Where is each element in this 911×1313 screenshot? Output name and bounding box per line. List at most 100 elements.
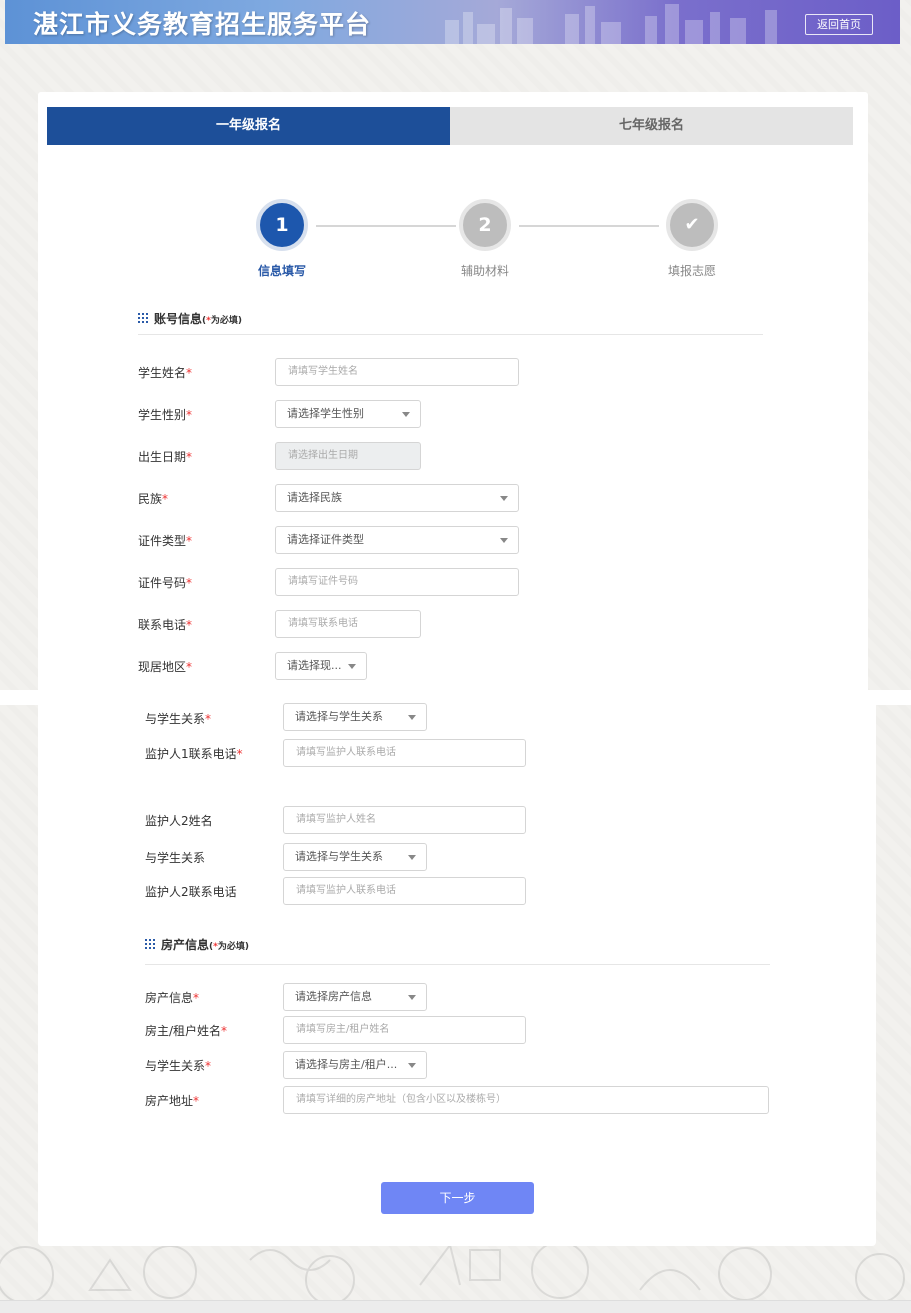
property-address-input[interactable]: 请填写详细的房产地址（包含小区以及楼栋号） bbox=[283, 1086, 769, 1114]
guardian1-phone-input[interactable]: 请填写监护人联系电话 bbox=[283, 739, 526, 767]
grid-dots-icon bbox=[145, 938, 155, 949]
required-star: * bbox=[205, 1059, 212, 1073]
step-1-circle: 1 bbox=[256, 199, 308, 251]
tab-grade-7[interactable]: 七年级报名 bbox=[450, 107, 853, 145]
current-region-select[interactable]: 请选择现... bbox=[275, 652, 367, 680]
field-label: 与学生关系 bbox=[145, 851, 206, 865]
field-owner-name: 房主/租户姓名* 请填写房主/租户姓名 bbox=[145, 1016, 545, 1044]
chevron-down-icon bbox=[500, 496, 508, 501]
step-2-label: 辅助材料 bbox=[460, 264, 509, 278]
chevron-down-icon bbox=[402, 412, 410, 417]
select-value: 请选择学生性别 bbox=[287, 407, 364, 420]
select-value: 请选择房产信息 bbox=[295, 990, 372, 1003]
section-title: 账号信息 bbox=[154, 312, 203, 326]
label-text: 房产信息 bbox=[145, 991, 194, 1005]
required-star: * bbox=[186, 618, 193, 632]
field-label: 监护人2联系电话 bbox=[145, 885, 237, 899]
id-number-input[interactable]: 请填写证件号码 bbox=[275, 568, 519, 596]
select-value: 请选择证件类型 bbox=[287, 533, 364, 546]
select-value: 请选择与房主/租户... bbox=[295, 1058, 398, 1071]
guardian2-name-input[interactable]: 请填写监护人姓名 bbox=[283, 806, 526, 834]
chevron-down-icon bbox=[348, 664, 356, 669]
select-value: 请选择与学生关系 bbox=[295, 710, 383, 723]
label-text: 学生性别 bbox=[138, 408, 187, 422]
required-star: * bbox=[186, 366, 193, 380]
required-star: * bbox=[193, 991, 200, 1005]
label-text: 联系电话 bbox=[138, 618, 187, 632]
birth-date-picker[interactable]: 请选择出生日期 bbox=[275, 442, 421, 470]
field-label: 学生性别* bbox=[138, 406, 192, 423]
field-property-address: 房产地址* 请填写详细的房产地址（包含小区以及楼栋号） bbox=[145, 1086, 785, 1114]
owner-relation-select[interactable]: 请选择与房主/租户... bbox=[283, 1051, 427, 1079]
field-label: 学生姓名* bbox=[138, 364, 192, 381]
section-divider bbox=[145, 964, 770, 965]
registration-card-lower: 与学生关系* 请选择与学生关系 监护人1联系电话* 请填写监护人联系电话 监护人… bbox=[38, 703, 876, 1246]
label-text: 现居地区 bbox=[138, 660, 187, 674]
field-property-info: 房产信息* 请选择房产信息 bbox=[145, 983, 545, 1011]
field-student-gender: 学生性别* 请选择学生性别 bbox=[138, 400, 538, 428]
progress-steps: 1 2 ✔ 信息填写 辅助材料 填报志愿 bbox=[243, 199, 743, 278]
required-star: * bbox=[162, 492, 169, 506]
chevron-down-icon bbox=[408, 995, 416, 1000]
bottom-scrollbar-area bbox=[0, 1300, 911, 1313]
guardian2-relation-select[interactable]: 请选择与学生关系 bbox=[283, 843, 427, 871]
select-value: 请选择与学生关系 bbox=[295, 850, 383, 863]
step-2-circle: 2 bbox=[459, 199, 511, 251]
grid-dots-icon bbox=[138, 312, 148, 323]
chevron-down-icon bbox=[500, 538, 508, 543]
field-label: 房产地址* bbox=[145, 1092, 199, 1109]
field-guardian2-phone: 监护人2联系电话 请填写监护人联系电话 bbox=[145, 877, 545, 905]
section-title: 房产信息 bbox=[161, 938, 210, 952]
field-guardian2-relation: 与学生关系 请选择与学生关系 bbox=[145, 843, 545, 871]
label-text: 监护人1联系电话 bbox=[145, 747, 237, 761]
label-text: 出生日期 bbox=[138, 450, 187, 464]
required-star: * bbox=[193, 1094, 200, 1108]
select-value: 请选择现... bbox=[287, 659, 342, 672]
id-type-select[interactable]: 请选择证件类型 bbox=[275, 526, 519, 554]
field-label: 房主/租户姓名* bbox=[145, 1022, 227, 1039]
chevron-down-icon bbox=[408, 855, 416, 860]
property-section-heading: 房产信息(*为必填) bbox=[145, 936, 249, 960]
field-label: 与学生关系* bbox=[145, 710, 211, 727]
field-phone: 联系电话* 请填写联系电话 bbox=[138, 610, 538, 638]
field-label: 民族* bbox=[138, 490, 168, 507]
required-star: * bbox=[186, 408, 193, 422]
field-current-region: 现居地区* 请选择现... bbox=[138, 652, 538, 680]
account-section-heading: 账号信息(*为必填) bbox=[138, 310, 242, 334]
header-banner: 湛江市义务教育招生服务平台 返回首页 bbox=[5, 0, 900, 44]
field-label: 与学生关系* bbox=[145, 1057, 211, 1074]
required-note: (*为必填) bbox=[209, 942, 249, 952]
required-note-text: 为必填) bbox=[217, 942, 249, 952]
field-owner-relation: 与学生关系* 请选择与房主/租户... bbox=[145, 1051, 545, 1079]
field-label: 房产信息* bbox=[145, 989, 199, 1006]
step-3-label: 填报志愿 bbox=[667, 264, 716, 278]
required-star: * bbox=[205, 712, 212, 726]
guardian2-phone-input[interactable]: 请填写监护人联系电话 bbox=[283, 877, 526, 905]
property-info-select[interactable]: 请选择房产信息 bbox=[283, 983, 427, 1011]
field-label: 现居地区* bbox=[138, 658, 192, 675]
field-student-name: 学生姓名* 请填写学生姓名 bbox=[138, 358, 538, 386]
ethnicity-select[interactable]: 请选择民族 bbox=[275, 484, 519, 512]
screenshot-seam bbox=[0, 690, 911, 705]
label-text: 证件号码 bbox=[138, 576, 187, 590]
student-gender-select[interactable]: 请选择学生性别 bbox=[275, 400, 421, 428]
tab-grade-1[interactable]: 一年级报名 bbox=[47, 107, 450, 145]
required-star: * bbox=[236, 747, 243, 761]
registration-card: 一年级报名 七年级报名 1 2 ✔ 信息填写 辅助材料 填报志愿 账号信息(*为… bbox=[38, 92, 868, 690]
field-label: 监护人1联系电话* bbox=[145, 745, 243, 762]
owner-name-input[interactable]: 请填写房主/租户姓名 bbox=[283, 1016, 526, 1044]
guardian1-relation-select[interactable]: 请选择与学生关系 bbox=[283, 703, 427, 731]
phone-input[interactable]: 请填写联系电话 bbox=[275, 610, 421, 638]
field-ethnicity: 民族* 请选择民族 bbox=[138, 484, 538, 512]
field-guardian1-relation: 与学生关系* 请选择与学生关系 bbox=[145, 703, 545, 733]
required-star: * bbox=[186, 660, 193, 674]
next-step-button[interactable]: 下一步 bbox=[381, 1182, 534, 1214]
student-name-input[interactable]: 请填写学生姓名 bbox=[275, 358, 519, 386]
required-star: * bbox=[221, 1024, 228, 1038]
field-label: 联系电话* bbox=[138, 616, 192, 633]
platform-title: 湛江市义务教育招生服务平台 bbox=[33, 10, 372, 39]
label-text: 与学生关系 bbox=[145, 1059, 206, 1073]
field-label: 监护人2姓名 bbox=[145, 814, 213, 828]
home-button[interactable]: 返回首页 bbox=[805, 14, 873, 35]
label-text: 民族 bbox=[138, 492, 163, 506]
